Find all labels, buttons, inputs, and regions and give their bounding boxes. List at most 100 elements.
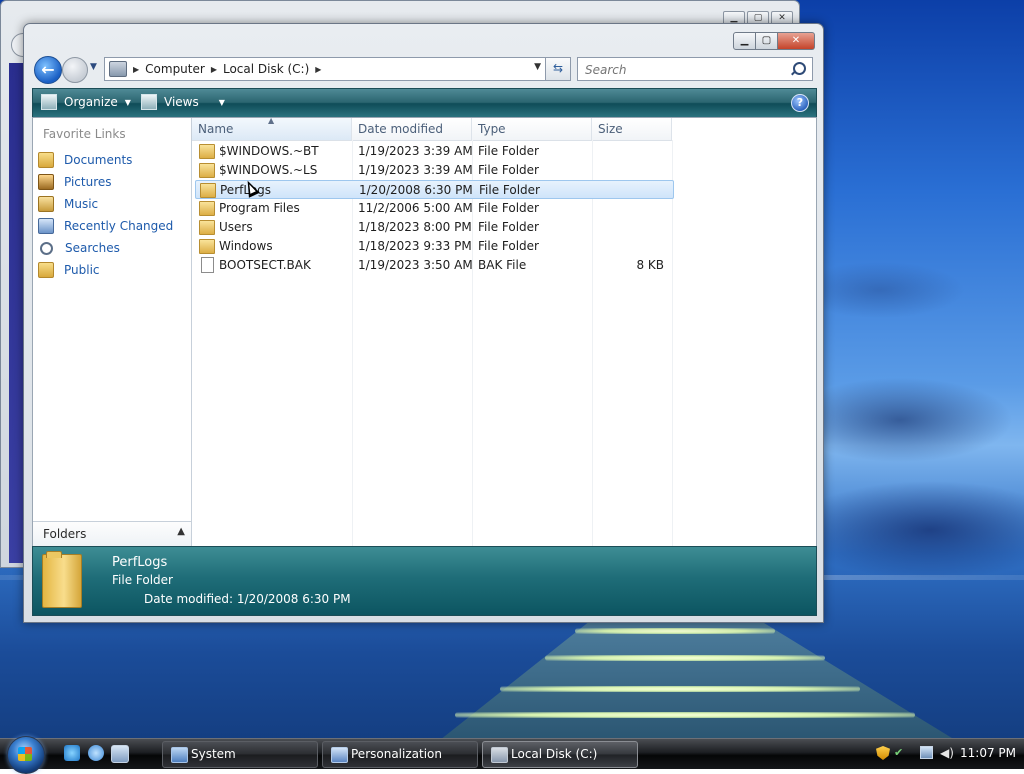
- pier-light: [455, 712, 915, 718]
- clock[interactable]: 11:07 PM: [960, 746, 1016, 760]
- file-type: File Folder: [478, 239, 539, 253]
- crumb-separator-icon[interactable]: ▶: [315, 65, 321, 74]
- command-bar: Organize ▼ Views ▼ ?: [32, 88, 817, 118]
- windows-logo-icon: [18, 747, 32, 761]
- nav-link-label: Recently Changed: [64, 219, 174, 233]
- favorite-links-heading: Favorite Links: [43, 127, 126, 141]
- nav-link-searches[interactable]: Searches: [38, 238, 186, 258]
- file-row[interactable]: Windows 1/18/2023 9:33 PM File Folder: [195, 237, 672, 255]
- nav-link-public[interactable]: Public: [38, 260, 186, 280]
- column-header-date[interactable]: Date modified: [352, 118, 472, 141]
- address-dropdown-icon[interactable]: ▼: [534, 62, 541, 72]
- chevron-up-icon[interactable]: ▲: [177, 526, 185, 537]
- internet-explorer-icon[interactable]: [64, 745, 80, 761]
- file-name: Users: [219, 220, 253, 234]
- file-size: 8 KB: [636, 258, 664, 272]
- nav-link-recently-changed[interactable]: Recently Changed: [38, 216, 186, 236]
- volume-icon[interactable]: ◀): [940, 746, 954, 760]
- pier-light: [545, 655, 825, 661]
- switch-windows-icon[interactable]: [111, 745, 129, 763]
- security-shield-icon[interactable]: [876, 746, 890, 760]
- system-icon: [171, 747, 188, 763]
- address-bar[interactable]: ▶ Computer ▶ Local Disk (C:) ▶ ▼: [104, 57, 546, 81]
- column-header-size[interactable]: Size: [592, 118, 672, 141]
- file-date-modified: 1/19/2023 3:39 AM: [358, 163, 473, 177]
- search-box[interactable]: [577, 57, 813, 81]
- file-row[interactable]: PerfLogs 1/20/2008 6:30 PM File Folder: [195, 180, 674, 199]
- crumb-separator-icon[interactable]: ▶: [211, 65, 217, 74]
- music-icon: [38, 196, 54, 212]
- breadcrumb-local-disk[interactable]: Local Disk (C:): [223, 62, 309, 76]
- back-button[interactable]: ←: [34, 56, 62, 84]
- network-icon[interactable]: [920, 746, 933, 759]
- views-label: Views: [164, 95, 199, 109]
- chevron-down-icon: ▼: [218, 97, 225, 107]
- column-header-label: Date modified: [358, 122, 444, 136]
- file-row[interactable]: Users 1/18/2023 8:00 PM File Folder: [195, 218, 672, 236]
- folder-icon: [200, 183, 216, 198]
- file-row[interactable]: $WINDOWS.~BT 1/19/2023 3:39 AM File Folder: [195, 142, 672, 160]
- file-row[interactable]: Program Files 11/2/2006 5:00 AM File Folde…: [195, 199, 672, 217]
- file-icon: [201, 257, 214, 273]
- taskbar: System Personalization Local Disk (C:) ✔…: [0, 736, 1024, 774]
- computer-icon: [109, 61, 127, 77]
- file-row[interactable]: BOOTSECT.BAK 1/19/2023 3:50 AM BAK File 8 K…: [195, 256, 672, 274]
- refresh-button[interactable]: ⇆: [545, 57, 571, 81]
- history-dropdown-icon[interactable]: ▼: [90, 62, 97, 72]
- recent-icon: [38, 218, 54, 234]
- details-pane: PerfLogs File Folder Date modified: 1/20…: [32, 546, 817, 616]
- minimize-icon[interactable]: ▁: [733, 32, 756, 50]
- breadcrumb-computer[interactable]: Computer: [145, 62, 205, 76]
- folders-label: Folders: [43, 527, 87, 541]
- nav-link-label: Pictures: [64, 175, 112, 189]
- organize-button[interactable]: Organize ▼: [41, 94, 131, 110]
- taskbar-button-label: Local Disk (C:): [511, 747, 598, 761]
- organize-label: Organize: [64, 95, 118, 109]
- file-date-modified: 1/18/2023 9:33 PM: [358, 239, 472, 253]
- nav-link-music[interactable]: Music: [38, 194, 186, 214]
- explorer-window: ▁ ▢ ✕ ← ▼ ▶ Computer ▶ Local Disk (C:) ▶…: [23, 23, 824, 623]
- navigation-bar: ← ▼ ▶ Computer ▶ Local Disk (C:) ▶ ▼ ⇆: [32, 54, 815, 86]
- folder-icon: [199, 163, 215, 178]
- folder-icon: [199, 239, 215, 254]
- taskbar-button-label: System: [191, 747, 236, 761]
- views-icon: [141, 94, 157, 110]
- search-input[interactable]: [583, 60, 787, 80]
- taskbar-button-system[interactable]: System: [162, 741, 318, 768]
- file-list: Name ▲ Date modified Type Size $WINDOWS.…: [192, 116, 816, 546]
- folders-toggle[interactable]: Folders ▲: [33, 521, 191, 547]
- file-name: $WINDOWS.~BT: [219, 144, 319, 158]
- column-header-type[interactable]: Type: [472, 118, 592, 141]
- help-icon[interactable]: ?: [791, 94, 809, 112]
- column-header-label: Size: [598, 122, 623, 136]
- taskbar-button-personalization[interactable]: Personalization: [322, 741, 478, 768]
- column-header-name[interactable]: Name ▲: [192, 116, 352, 141]
- file-type: File Folder: [479, 183, 540, 197]
- start-button[interactable]: [7, 736, 45, 774]
- maximize-icon[interactable]: ▢: [756, 32, 778, 50]
- media-player-icon[interactable]: [88, 745, 104, 761]
- forward-button[interactable]: [62, 57, 88, 83]
- folder-icon: [199, 220, 215, 235]
- taskbar-button-local-disk[interactable]: Local Disk (C:): [482, 741, 638, 768]
- search-icon[interactable]: [793, 62, 806, 75]
- checkmark-icon[interactable]: ✔: [894, 746, 908, 760]
- nav-link-documents[interactable]: Documents: [38, 150, 186, 170]
- file-row[interactable]: $WINDOWS.~LS 1/19/2023 3:39 AM File Folder: [195, 161, 672, 179]
- close-icon[interactable]: ✕: [778, 32, 815, 50]
- file-type: File Folder: [478, 201, 539, 215]
- file-name: Windows: [219, 239, 273, 253]
- nav-link-label: Searches: [65, 241, 120, 255]
- views-button[interactable]: Views ▼: [141, 94, 225, 110]
- folder-icon: [199, 144, 215, 159]
- personalization-icon: [331, 747, 348, 763]
- nav-link-pictures[interactable]: Pictures: [38, 172, 186, 192]
- file-date-modified: 1/18/2023 8:00 PM: [358, 220, 472, 234]
- disk-icon: [491, 747, 508, 763]
- file-type: File Folder: [478, 163, 539, 177]
- file-date-modified: 1/19/2023 3:50 AM: [358, 258, 473, 272]
- file-name: Program Files: [219, 201, 300, 215]
- navigation-pane: Favorite Links Documents Pictures Music …: [33, 118, 192, 547]
- file-name: $WINDOWS.~LS: [219, 163, 318, 177]
- crumb-separator-icon[interactable]: ▶: [133, 65, 139, 74]
